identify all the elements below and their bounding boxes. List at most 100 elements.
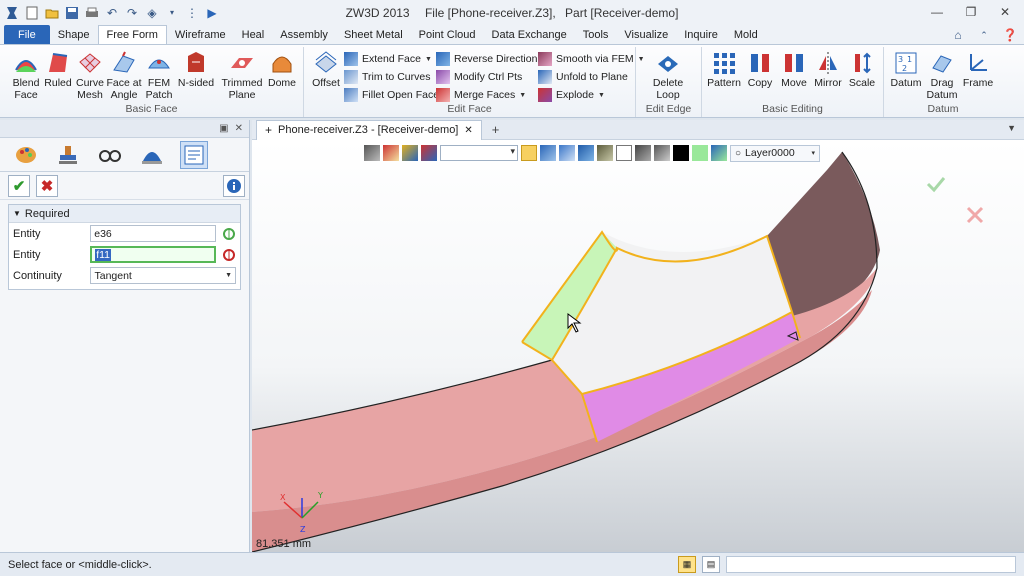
new-file-icon[interactable] — [24, 5, 40, 21]
redo-icon[interactable]: ↷ — [124, 5, 140, 21]
help-icon[interactable]: ❓ — [1002, 27, 1018, 43]
viewport-cancel-icon[interactable] — [966, 206, 984, 224]
unfold-to-plane-button[interactable]: Unfold to Plane — [538, 69, 628, 85]
3d-viewport[interactable]: X Y Z ○ Layer0000 ▾ 81.351 mm — [252, 140, 1024, 552]
fillet-open-faces-button[interactable]: Fillet Open Faces — [344, 87, 444, 103]
panel-pin-icon[interactable]: ▣ — [219, 123, 228, 134]
pick-entity-icon-2[interactable] — [222, 248, 236, 262]
pattern-button[interactable]: Pattern — [704, 49, 744, 89]
drag-datum-button[interactable]: Drag Datum — [922, 49, 962, 101]
document-tab-close-icon[interactable]: ✕ — [464, 125, 472, 136]
app-logo-icon[interactable] — [4, 5, 20, 21]
tab-tools[interactable]: Tools — [575, 25, 617, 44]
maximize-button[interactable]: ❐ — [958, 3, 984, 21]
edit-form-icon[interactable] — [180, 140, 208, 169]
run-icon[interactable]: ▶ — [204, 5, 220, 21]
tab-visualize[interactable]: Visualize — [616, 25, 676, 44]
tab-inquire[interactable]: Inquire — [676, 25, 726, 44]
print-icon[interactable] — [84, 5, 100, 21]
scale-button[interactable]: Scale — [842, 49, 882, 89]
info-button[interactable] — [223, 175, 245, 197]
layer-icon[interactable] — [711, 145, 727, 161]
view-tool-icon-4[interactable] — [421, 145, 437, 161]
tab-heal[interactable]: Heal — [234, 25, 273, 44]
view-tool-icon-2[interactable] — [383, 145, 399, 161]
shading-mode-icon[interactable] — [521, 145, 537, 161]
tab-menu-icon[interactable]: ▼ — [1007, 123, 1016, 133]
frame-button[interactable]: Frame — [958, 49, 998, 89]
face-at-angle-button[interactable]: Face at Angle — [104, 49, 144, 101]
color-green-swatch[interactable] — [692, 145, 708, 161]
ribbon-collapse-icon[interactable]: ⌃ — [976, 27, 992, 43]
dome-view-icon[interactable] — [138, 141, 166, 169]
viewport-ok-icon[interactable] — [926, 177, 946, 193]
view-tool-icon-3[interactable] — [402, 145, 418, 161]
save-icon[interactable] — [64, 5, 80, 21]
tab-mold[interactable]: Mold — [726, 25, 766, 44]
tab-sheet-metal[interactable]: Sheet Metal — [336, 25, 411, 44]
tab-assembly[interactable]: Assembly — [272, 25, 336, 44]
entity-field-2[interactable]: f11 — [90, 246, 216, 263]
view-box-icon[interactable] — [559, 145, 575, 161]
datum-button[interactable]: 312 Datum — [886, 49, 926, 89]
view-tool-icon-1[interactable] — [364, 145, 380, 161]
entity-field-1[interactable]: e36 — [90, 225, 216, 242]
explode-button[interactable]: Explode ▼ — [538, 87, 605, 103]
add-tab-icon[interactable]: + — [492, 122, 500, 137]
view-section-icon[interactable] — [635, 145, 651, 161]
extend-face-button[interactable]: Extend Face ▼ — [344, 51, 432, 67]
stamp-icon[interactable] — [54, 141, 82, 169]
view-plane-icon[interactable] — [616, 145, 632, 161]
more-icon[interactable]: ⋮ — [184, 5, 200, 21]
layer-select[interactable]: ○ Layer0000 ▾ — [730, 144, 820, 162]
undo-icon[interactable]: ↶ — [104, 5, 120, 21]
tab-data-exchange[interactable]: Data Exchange — [484, 25, 575, 44]
command-input[interactable] — [726, 556, 1016, 573]
status-toggle-2[interactable]: ▤ — [702, 556, 720, 573]
status-toggle-1[interactable]: ▦ — [678, 556, 696, 573]
tab-file[interactable]: File — [4, 25, 50, 44]
dropdown-arrow-icon[interactable]: ▾ — [164, 5, 180, 21]
filter-select[interactable] — [440, 145, 518, 161]
required-section-header[interactable]: ▼ Required — [9, 205, 240, 223]
merge-faces-icon — [436, 88, 450, 102]
view-frame-icon[interactable] — [578, 145, 594, 161]
document-tab-pin-icon: + — [265, 123, 273, 137]
open-file-icon[interactable] — [44, 5, 60, 21]
trimmed-plane-button[interactable]: Trimmed Plane — [220, 49, 264, 101]
group-label-edit-edge: Edit Edge — [645, 103, 692, 115]
delete-loop-button[interactable]: Delete Loop — [648, 49, 688, 101]
close-button[interactable]: ✕ — [992, 3, 1018, 21]
modify-ctrl-pts-button[interactable]: Modify Ctrl Pts — [436, 69, 522, 85]
view-toolbar: ○ Layer0000 ▾ — [364, 144, 820, 162]
tab-shape[interactable]: Shape — [50, 25, 98, 44]
palette-icon[interactable] — [12, 141, 40, 169]
panel-close-icon[interactable]: ✕ — [235, 123, 243, 134]
fem-patch-button[interactable]: FEM Patch — [139, 49, 179, 101]
continuity-select[interactable]: Tangent ▼ — [90, 267, 236, 284]
view-cylinder-icon[interactable] — [654, 145, 670, 161]
n-sided-button[interactable]: N-sided — [176, 49, 216, 89]
measure-readout: 81.351 mm — [256, 538, 312, 550]
n-sided-icon — [182, 49, 210, 77]
view-cube-icon[interactable] — [540, 145, 556, 161]
color-black-swatch[interactable] — [673, 145, 689, 161]
tab-free-form[interactable]: Free Form — [97, 25, 167, 44]
home-icon[interactable]: ⌂ — [950, 27, 966, 43]
tab-wireframe[interactable]: Wireframe — [167, 25, 234, 44]
reverse-direction-button[interactable]: Reverse Direction▼ — [436, 51, 548, 67]
tab-point-cloud[interactable]: Point Cloud — [411, 25, 484, 44]
cancel-button[interactable]: ✖ — [36, 174, 58, 197]
dome-button[interactable]: Dome — [262, 49, 302, 89]
document-tab[interactable]: + Phone-receiver.Z3 - [Receiver-demo] ✕ — [256, 119, 482, 140]
offset-button[interactable]: Offset — [306, 49, 346, 89]
minimize-button[interactable]: — — [924, 3, 950, 21]
ok-button[interactable]: ✔ — [8, 174, 30, 197]
render-icon[interactable] — [597, 145, 613, 161]
glasses-icon[interactable] — [96, 141, 124, 169]
smooth-via-fem-button[interactable]: Smooth via FEM ▼ — [538, 51, 645, 67]
select-filter-icon[interactable]: ◈ — [144, 5, 160, 21]
merge-faces-button[interactable]: Merge Faces ▼ — [436, 87, 526, 103]
trim-to-curves-button[interactable]: Trim to Curves▼ — [344, 69, 441, 85]
pick-entity-icon-1[interactable] — [222, 227, 236, 241]
